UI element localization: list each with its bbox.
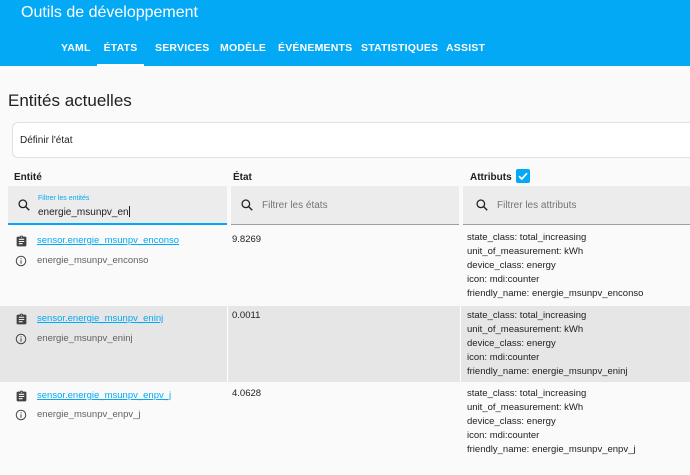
- search-icon: [241, 199, 253, 211]
- tab-assist[interactable]: ASSIST: [446, 34, 485, 66]
- set-state-label: Définir l'état: [20, 135, 73, 146]
- attributes-checkbox[interactable]: [516, 169, 530, 183]
- column-divider: [227, 306, 228, 382]
- tab-statistics[interactable]: STATISTIQUES: [361, 34, 438, 66]
- attribute-line: device_class: energy: [467, 260, 556, 271]
- table-row: sensor.energie_msunpv_enconso energie_ms…: [0, 226, 690, 306]
- search-icon: [18, 199, 30, 211]
- entity-friendly-name: energie_msunpv_enpv_j: [37, 409, 141, 420]
- attribute-line: icon: mdi:counter: [467, 430, 540, 441]
- attribute-line: friendly_name: energie_msunpv_enconso: [467, 288, 644, 299]
- dev-tools-tabs: YAML ÉTATS SERVICES MODÈLE ÉVÉNEMENTS ST…: [0, 34, 690, 66]
- set-state-card[interactable]: Définir l'état: [12, 122, 690, 158]
- clipboard-icon[interactable]: [15, 390, 28, 403]
- attribute-line: device_class: energy: [467, 416, 556, 427]
- attributes-filter-input[interactable]: Filtrer les attributs: [463, 186, 690, 225]
- clipboard-icon[interactable]: [15, 235, 28, 248]
- attribute-line: friendly_name: energie_msunpv_eninj: [467, 366, 628, 377]
- column-header-state: État: [233, 172, 252, 183]
- column-divider: [460, 306, 461, 382]
- entity-filter-input[interactable]: Filtrer les entités energie_msunpv_en: [8, 186, 227, 225]
- attribute-line: icon: mdi:counter: [467, 274, 540, 285]
- state-value: 0.0011: [232, 310, 261, 321]
- attribute-line: unit_of_measurement: kWh: [467, 324, 584, 335]
- entity-id-link[interactable]: sensor.energie_msunpv_enpv_j: [37, 390, 171, 401]
- page-title: Entités actuelles: [8, 91, 132, 110]
- attribute-line: icon: mdi:counter: [467, 352, 540, 363]
- entity-friendly-name: energie_msunpv_enconso: [37, 255, 149, 266]
- tab-events[interactable]: ÉVÉNEMENTS: [278, 34, 352, 66]
- info-icon[interactable]: [15, 255, 27, 267]
- info-icon[interactable]: [15, 333, 27, 345]
- attribute-line: friendly_name: energie_msunpv_enpv_j: [467, 444, 636, 455]
- state-filter-placeholder: Filtrer les états: [262, 200, 328, 211]
- state-value: 9.8269: [232, 234, 262, 245]
- table-row: sensor.energie_msunpv_enpv_j energie_msu…: [0, 382, 690, 475]
- tab-yaml[interactable]: YAML: [61, 34, 91, 66]
- entity-friendly-name: energie_msunpv_eninj: [37, 333, 133, 344]
- entity-filter-label: Filtrer les entités: [38, 195, 90, 202]
- tab-states[interactable]: ÉTATS: [97, 34, 144, 66]
- attribute-line: state_class: total_increasing: [467, 388, 587, 399]
- state-value: 4.0628: [232, 388, 262, 399]
- attribute-line: device_class: energy: [467, 338, 556, 349]
- info-icon[interactable]: [15, 409, 27, 421]
- app-title: Outils de développement: [21, 4, 198, 21]
- search-icon: [476, 199, 488, 211]
- attribute-line: unit_of_measurement: kWh: [467, 402, 584, 413]
- column-header-entity: Entité: [14, 172, 42, 183]
- attributes-filter-placeholder: Filtrer les attributs: [497, 200, 577, 211]
- attribute-line: unit_of_measurement: kWh: [467, 246, 584, 257]
- entity-filter-value: energie_msunpv_en: [38, 206, 130, 218]
- tab-template[interactable]: MODÈLE: [220, 34, 266, 66]
- attribute-line: state_class: total_increasing: [467, 310, 587, 321]
- clipboard-icon[interactable]: [15, 313, 28, 326]
- top-app-bar: Outils de développement YAML ÉTATS SERVI…: [0, 0, 690, 66]
- tab-services[interactable]: SERVICES: [155, 34, 210, 66]
- entity-id-link[interactable]: sensor.energie_msunpv_enconso: [37, 235, 179, 246]
- attribute-line: state_class: total_increasing: [467, 232, 587, 243]
- table-row: sensor.energie_msunpv_eninj energie_msun…: [0, 306, 690, 382]
- entity-id-link[interactable]: sensor.energie_msunpv_eninj: [37, 313, 163, 324]
- state-filter-input[interactable]: Filtrer les états: [231, 186, 459, 225]
- check-icon: [518, 172, 528, 181]
- column-header-attributes: Attributs: [470, 172, 512, 183]
